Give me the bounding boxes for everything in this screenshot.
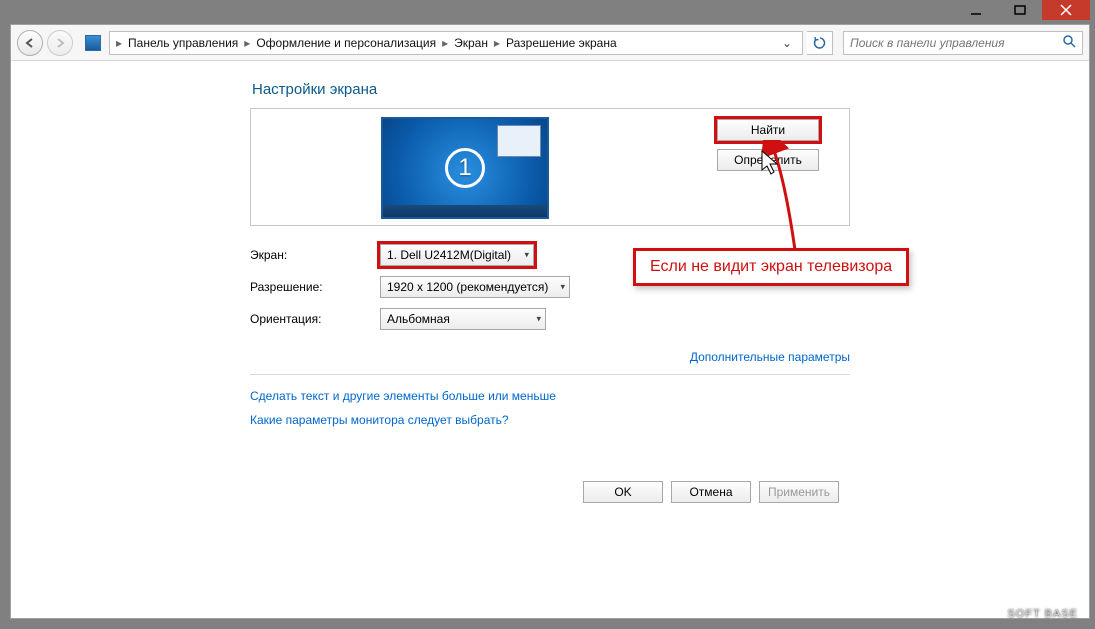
monitor-number: 1 (445, 148, 485, 188)
chevron-right-icon: ▸ (242, 36, 252, 50)
search-icon (1062, 34, 1076, 51)
maximize-button[interactable] (998, 0, 1042, 20)
breadcrumb-item[interactable]: Экран (450, 36, 492, 50)
mini-window-icon (497, 125, 541, 157)
display-preview-box: 1 Найти Определить (250, 108, 850, 226)
chevron-down-icon[interactable]: ⌄ (776, 36, 798, 50)
page-title: Настройки экрана (252, 81, 850, 98)
minimize-button[interactable] (954, 0, 998, 20)
control-panel-window: ▸ Панель управления ▸ Оформление и персо… (10, 24, 1090, 619)
breadcrumb-item[interactable]: Панель управления (124, 36, 242, 50)
chevron-right-icon: ▸ (492, 36, 502, 50)
divider (250, 374, 850, 375)
chevron-down-icon: ▾ (536, 314, 541, 325)
chevron-down-icon: ▾ (524, 250, 529, 261)
resolution-select-value: 1920 x 1200 (рекомендуется) (387, 280, 548, 294)
orientation-label: Ориентация: (250, 312, 380, 326)
forward-button[interactable] (47, 30, 73, 56)
resolution-select[interactable]: 1920 x 1200 (рекомендуется) ▾ (380, 276, 570, 298)
back-button[interactable] (17, 30, 43, 56)
ok-button[interactable]: OK (583, 481, 663, 503)
screen-select[interactable]: 1. Dell U2412M(Digital) ▾ (380, 244, 534, 266)
close-button[interactable] (1042, 0, 1090, 20)
navigation-bar: ▸ Панель управления ▸ Оформление и персо… (11, 25, 1089, 61)
monitor-preview[interactable]: 1 (381, 117, 549, 219)
breadcrumb-item[interactable]: Оформление и персонализация (252, 36, 440, 50)
chevron-right-icon: ▸ (440, 36, 450, 50)
apply-button: Применить (759, 481, 839, 503)
address-icon (85, 35, 101, 51)
chevron-down-icon: ▾ (560, 282, 565, 293)
breadcrumb-item[interactable]: Разрешение экрана (502, 36, 621, 50)
monitor-help-link[interactable]: Какие параметры монитора следует выбрать… (250, 413, 509, 427)
window-titlebar-controls (954, 0, 1090, 24)
orientation-select[interactable]: Альбомная ▾ (380, 308, 546, 330)
search-box[interactable] (843, 31, 1083, 55)
watermark: SOFT BASE (1007, 608, 1078, 620)
mini-taskbar (383, 205, 547, 217)
advanced-settings-link[interactable]: Дополнительные параметры (690, 350, 850, 364)
find-button[interactable]: Найти (717, 119, 819, 141)
annotation-callout: Если не видит экран телевизора (633, 248, 909, 286)
orientation-select-value: Альбомная (387, 312, 450, 326)
screen-select-value: 1. Dell U2412M(Digital) (387, 248, 511, 262)
dialog-buttons: OK Отмена Применить (583, 481, 839, 503)
breadcrumb[interactable]: ▸ Панель управления ▸ Оформление и персо… (109, 31, 803, 55)
refresh-button[interactable] (807, 31, 833, 55)
cancel-button[interactable]: Отмена (671, 481, 751, 503)
text-size-link[interactable]: Сделать текст и другие элементы больше и… (250, 389, 556, 403)
resolution-label: Разрешение: (250, 280, 380, 294)
screen-label: Экран: (250, 248, 380, 262)
detect-button[interactable]: Определить (717, 149, 819, 171)
chevron-right-icon: ▸ (114, 36, 124, 50)
search-input[interactable] (850, 36, 1062, 50)
